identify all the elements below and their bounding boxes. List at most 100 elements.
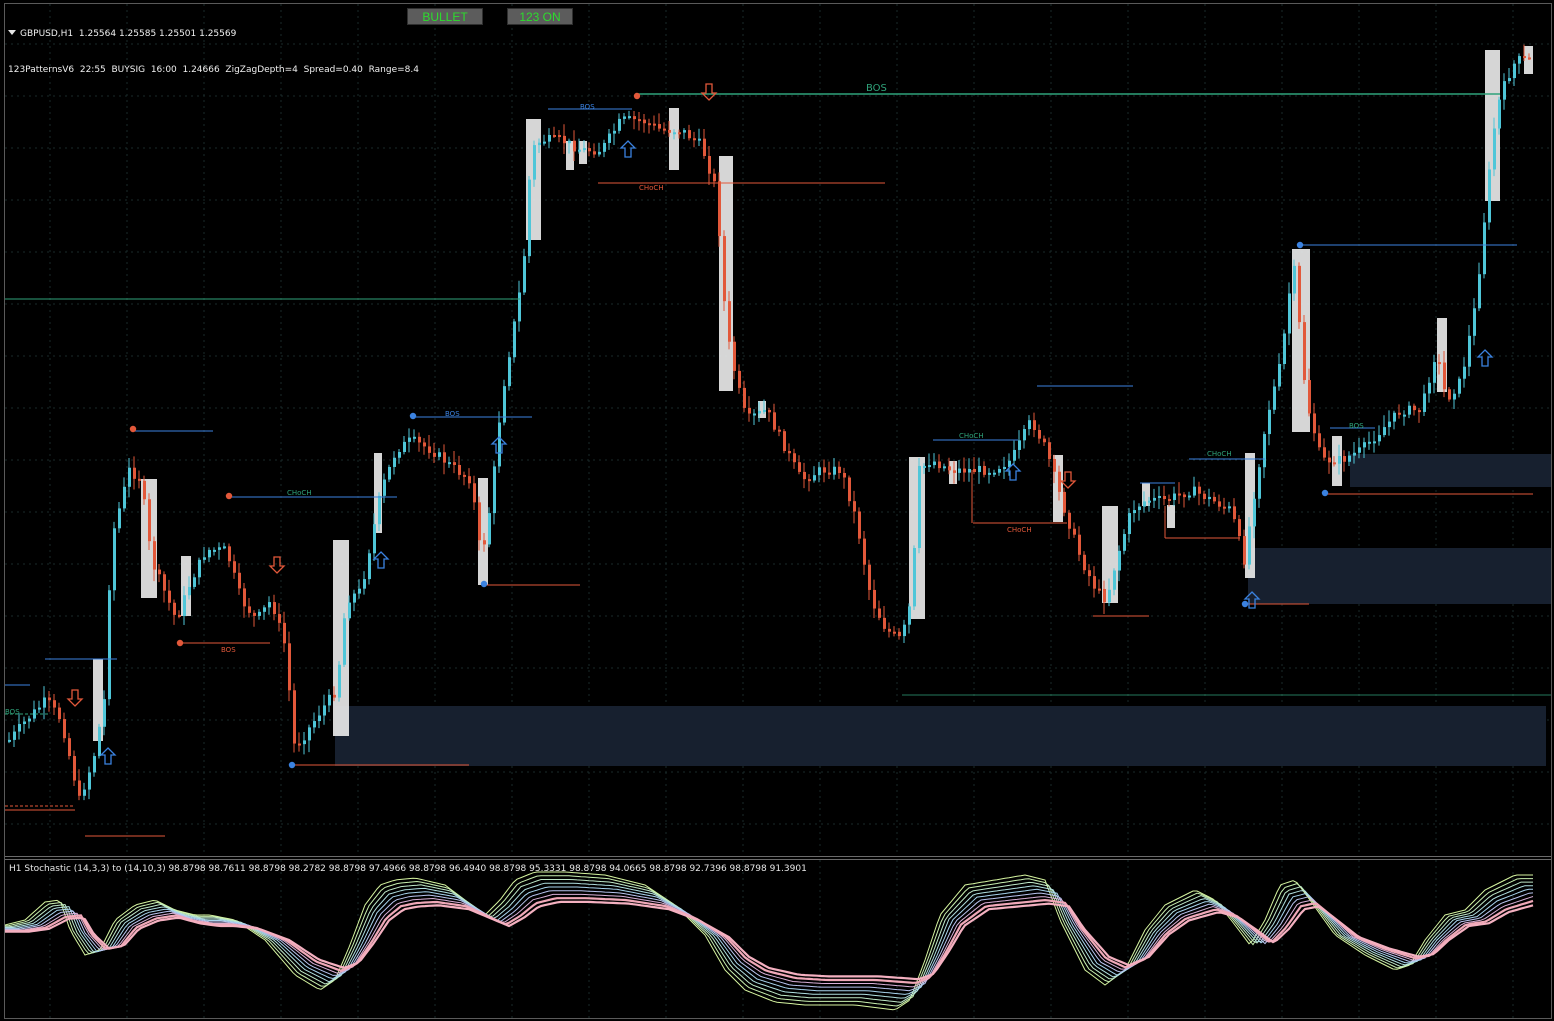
candle <box>843 467 846 489</box>
candle <box>633 111 636 130</box>
candle-body <box>863 538 866 565</box>
candle <box>943 463 946 472</box>
candle <box>998 465 1001 476</box>
candle-body <box>8 739 11 742</box>
candle <box>18 713 21 740</box>
candle <box>263 605 266 620</box>
candle-body <box>1113 570 1116 590</box>
candle-body <box>393 457 396 467</box>
candle-body <box>1073 528 1076 535</box>
candle-body <box>133 467 136 479</box>
candle-body <box>553 135 556 138</box>
candle-body <box>528 179 531 257</box>
candle <box>1398 404 1401 419</box>
candle-body <box>928 465 931 468</box>
candle-body <box>1333 462 1336 465</box>
candle-body <box>458 464 461 475</box>
candle <box>438 448 441 461</box>
candle-body <box>648 123 651 126</box>
candle-body <box>163 574 166 591</box>
stochastic-canvas[interactable] <box>5 860 1551 1018</box>
candle-body <box>1478 274 1481 309</box>
candle <box>328 689 331 713</box>
price-chart-canvas[interactable]: BOS BOS BOS BOS BOS BOS CHoCH CHoCH CHoCH CHoCH CH… <box>5 4 1551 856</box>
candle <box>123 477 126 512</box>
collapse-triangle-icon[interactable] <box>8 30 16 35</box>
candle-body <box>1448 389 1451 400</box>
candle-body <box>1288 293 1291 334</box>
candle <box>418 432 421 452</box>
candle <box>1263 431 1266 479</box>
candle <box>1158 486 1161 510</box>
candle <box>828 461 831 479</box>
candle <box>1218 494 1221 512</box>
candle <box>118 502 121 533</box>
candle-body <box>1198 486 1201 494</box>
candle-body <box>843 472 846 478</box>
candle <box>28 715 31 729</box>
candle-body <box>613 130 616 134</box>
candle-body <box>893 631 896 634</box>
candle <box>1383 415 1386 438</box>
candle-body <box>508 357 511 387</box>
candle-body <box>128 467 131 487</box>
candle-body <box>953 470 956 473</box>
candle-body <box>1163 495 1166 500</box>
arrow-down-shape <box>268 556 286 574</box>
candle-body <box>1358 447 1361 453</box>
candle <box>343 613 346 667</box>
candle <box>1013 440 1016 465</box>
candle-body <box>1018 440 1021 450</box>
stochastic-line <box>5 886 1533 995</box>
candle-body <box>573 140 576 152</box>
buy-arrow-icon <box>372 551 390 569</box>
candle-body <box>113 528 116 591</box>
candle <box>303 732 306 755</box>
candle <box>888 622 891 638</box>
candle-body <box>723 236 726 302</box>
candle-body <box>1053 458 1056 472</box>
candle <box>883 605 886 633</box>
candle-body <box>783 431 786 451</box>
candle-body <box>218 547 221 550</box>
choch-label: CHoCH <box>959 432 984 440</box>
price-chart-pane[interactable]: BOS BOS BOS BOS BOS BOS CHoCH CHoCH CHoCH CHoCH CH… <box>5 4 1551 856</box>
candle-body <box>93 756 96 773</box>
candle <box>1508 68 1511 84</box>
candle <box>713 168 716 188</box>
bullet-button[interactable]: BULLET <box>407 8 483 25</box>
candle-body <box>418 436 421 443</box>
stochastic-pane[interactable] <box>5 860 1551 1018</box>
candle <box>318 705 321 729</box>
candle <box>1033 412 1036 438</box>
candle-body <box>58 707 61 720</box>
candle-body <box>1178 493 1181 496</box>
arrow-up-shape <box>1476 349 1494 367</box>
candle-body <box>253 612 256 616</box>
candle <box>403 435 406 455</box>
candle <box>598 142 601 157</box>
bos-label: BOS <box>221 646 236 654</box>
choch-label: CHoCH <box>1007 526 1032 534</box>
candle-body <box>1313 413 1316 434</box>
candle <box>1283 329 1286 370</box>
candle-body <box>703 138 706 157</box>
candle-body <box>1348 455 1351 462</box>
bos-label: BOS <box>866 83 887 94</box>
candle <box>8 732 11 744</box>
candle-body <box>98 726 101 757</box>
candle-body <box>1403 414 1406 417</box>
candle <box>1193 476 1196 498</box>
candle-body <box>398 452 401 458</box>
candle-body <box>433 452 436 457</box>
candle-body <box>368 553 371 580</box>
candle-body <box>1393 412 1396 422</box>
candle <box>278 603 281 632</box>
123-on-button[interactable]: 123 ON <box>507 8 573 25</box>
candle-body <box>1438 362 1441 365</box>
candle <box>233 554 236 579</box>
candle-body <box>1183 494 1186 498</box>
candle <box>628 110 631 120</box>
candle-body <box>968 468 971 473</box>
pattern-highlight-box <box>1167 505 1175 528</box>
